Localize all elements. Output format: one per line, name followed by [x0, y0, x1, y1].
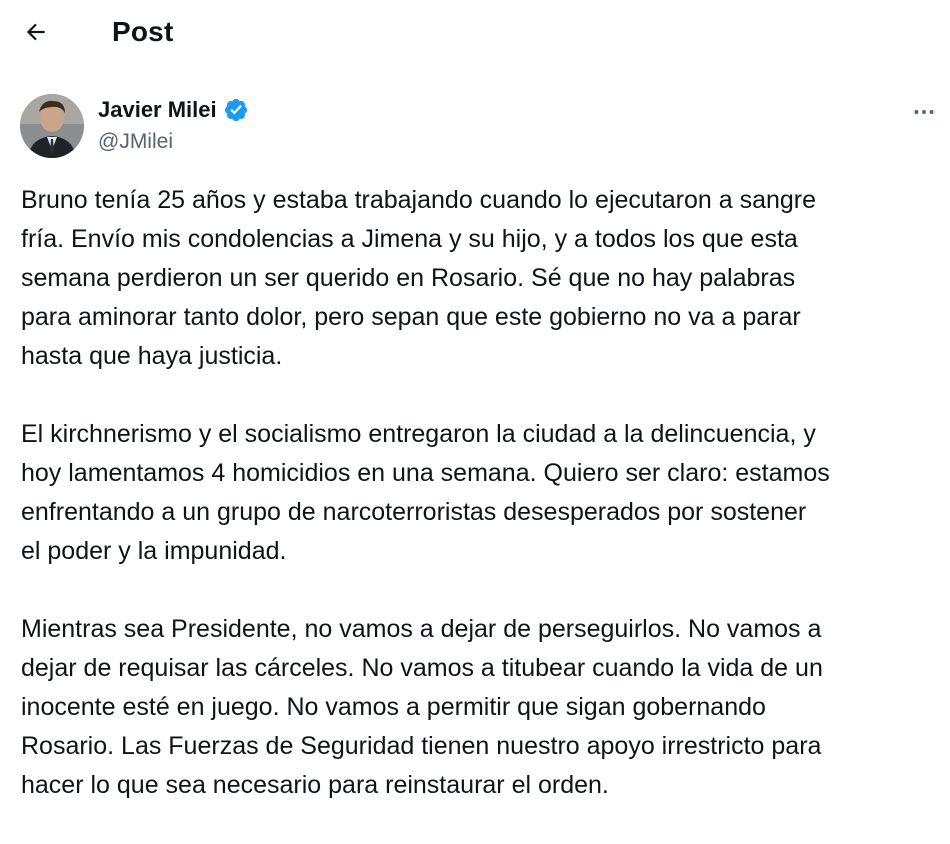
arrow-left-icon	[26, 23, 45, 41]
page-title: Post	[112, 16, 174, 47]
verified-badge-icon[interactable]	[223, 97, 249, 123]
author-row: Javier Milei @JMilei	[0, 90, 950, 162]
more-horizontal-icon	[914, 110, 934, 114]
avatar-image	[20, 94, 84, 158]
author-handle[interactable]: @JMilei	[98, 128, 249, 156]
post-paragraph: Bruno tenía 25 años y estaba trabajando …	[21, 186, 817, 370]
post-paragraph: El kirchnerismo y el socialismo entregar…	[21, 420, 830, 565]
post-text: Bruno tenía 25 años y estaba trabajando …	[21, 181, 941, 844]
author-name[interactable]: Javier Milei	[98, 96, 217, 124]
post-paragraph: Mientras sea Presidente, no vamos a deja…	[21, 615, 823, 799]
avatar[interactable]	[20, 94, 84, 158]
back-button[interactable]	[18, 14, 54, 50]
author-info: Javier Milei @JMilei	[98, 96, 249, 156]
post-header: Post	[0, 0, 950, 66]
more-options-button[interactable]	[908, 96, 940, 128]
